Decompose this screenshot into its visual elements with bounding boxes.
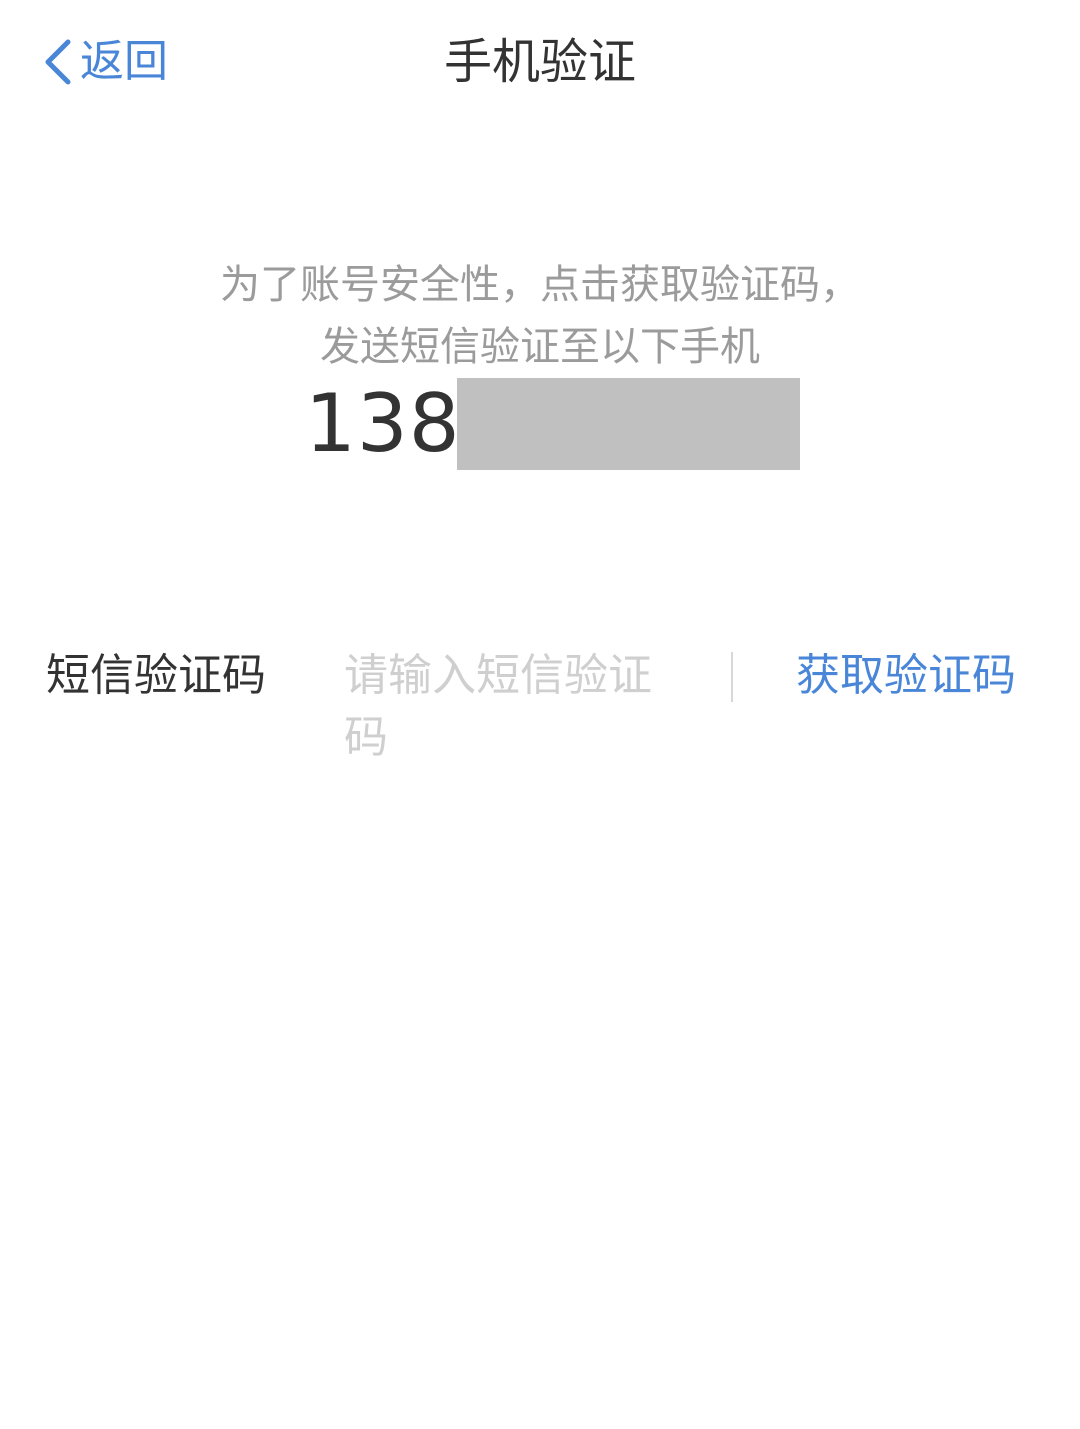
phone-number: 138 (305, 378, 800, 470)
sms-code-input[interactable] (344, 645, 684, 775)
phone-number-prefix: 138 (305, 377, 461, 470)
field-divider (731, 652, 733, 702)
get-code-button[interactable]: 获取验证码 (796, 645, 1016, 707)
sms-code-label: 短信验证码 (46, 650, 266, 701)
instruction-line-1: 为了账号安全性，点击获取验证码， (220, 262, 860, 308)
phone-number-redaction (456, 378, 800, 470)
page-title: 手机验证 (443, 34, 636, 90)
instruction-line-2: 发送短信验证至以下手机 (320, 324, 760, 370)
navigation-bar: 返回 手机验证 (0, 0, 1080, 125)
verification-instructions: 为了账号安全性，点击获取验证码， 发送短信验证至以下手机 (0, 254, 1080, 378)
